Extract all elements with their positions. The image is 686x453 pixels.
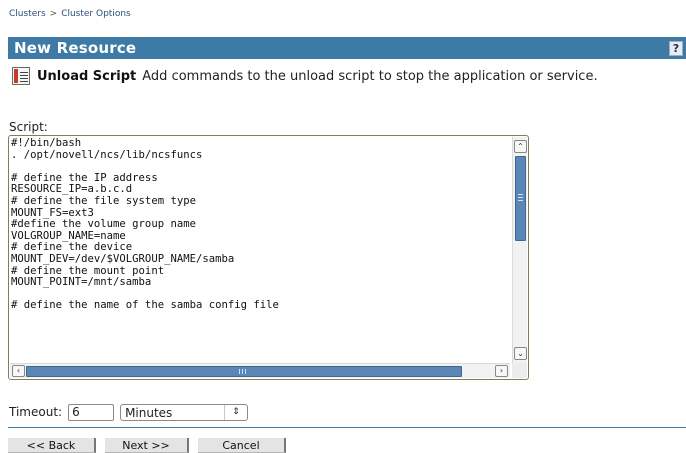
help-icon[interactable]: ? — [669, 41, 683, 56]
step-title: Unload Script — [37, 68, 137, 84]
page-title: New Resource — [14, 39, 137, 57]
vertical-scroll-thumb[interactable] — [515, 156, 526, 241]
wizard-buttons: << Back Next >> Cancel — [8, 438, 295, 453]
scrollbar-corner — [512, 363, 527, 378]
step-header: Unload Script Add commands to the unload… — [12, 65, 598, 87]
horizontal-scroll-thumb[interactable] — [26, 366, 462, 377]
scroll-right-arrow-icon[interactable]: › — [495, 365, 508, 377]
timeout-row: Timeout: Minutes ⇕ — [9, 403, 249, 421]
scroll-up-arrow-icon[interactable]: ⌃ — [514, 140, 527, 153]
script-textarea-frame: #!/bin/bash . /opt/novell/ncs/lib/ncsfun… — [8, 135, 529, 380]
breadcrumb: Clusters > Cluster Options — [9, 9, 131, 19]
timeout-input[interactable] — [68, 403, 115, 421]
script-document-icon — [12, 67, 30, 85]
back-button[interactable]: << Back — [8, 438, 96, 453]
scroll-left-arrow-icon[interactable]: ‹ — [12, 365, 25, 377]
scroll-down-arrow-icon[interactable]: ⌄ — [514, 347, 527, 360]
timeout-unit-select[interactable]: Minutes ⇕ — [120, 403, 249, 421]
script-label: Script: — [9, 120, 48, 134]
vertical-scrollbar[interactable]: ⌃ ⌄ — [512, 137, 527, 363]
cancel-button[interactable]: Cancel — [198, 438, 286, 453]
timeout-unit-value: Minutes — [125, 405, 173, 420]
script-textarea[interactable]: #!/bin/bash . /opt/novell/ncs/lib/ncsfun… — [9, 136, 513, 364]
select-updown-icon: ⇕ — [224, 404, 247, 420]
breadcrumb-separator: > — [49, 9, 58, 19]
breadcrumb-clusters-link[interactable]: Clusters — [9, 9, 46, 19]
page-header: New Resource ? — [8, 37, 686, 59]
timeout-label: Timeout: — [9, 405, 63, 419]
next-button[interactable]: Next >> — [105, 438, 189, 453]
breadcrumb-cluster-options-link[interactable]: Cluster Options — [61, 9, 131, 19]
footer-divider — [8, 427, 686, 428]
horizontal-scrollbar[interactable]: ‹ › — [10, 363, 510, 378]
step-description: Add commands to the unload script to sto… — [142, 68, 598, 84]
